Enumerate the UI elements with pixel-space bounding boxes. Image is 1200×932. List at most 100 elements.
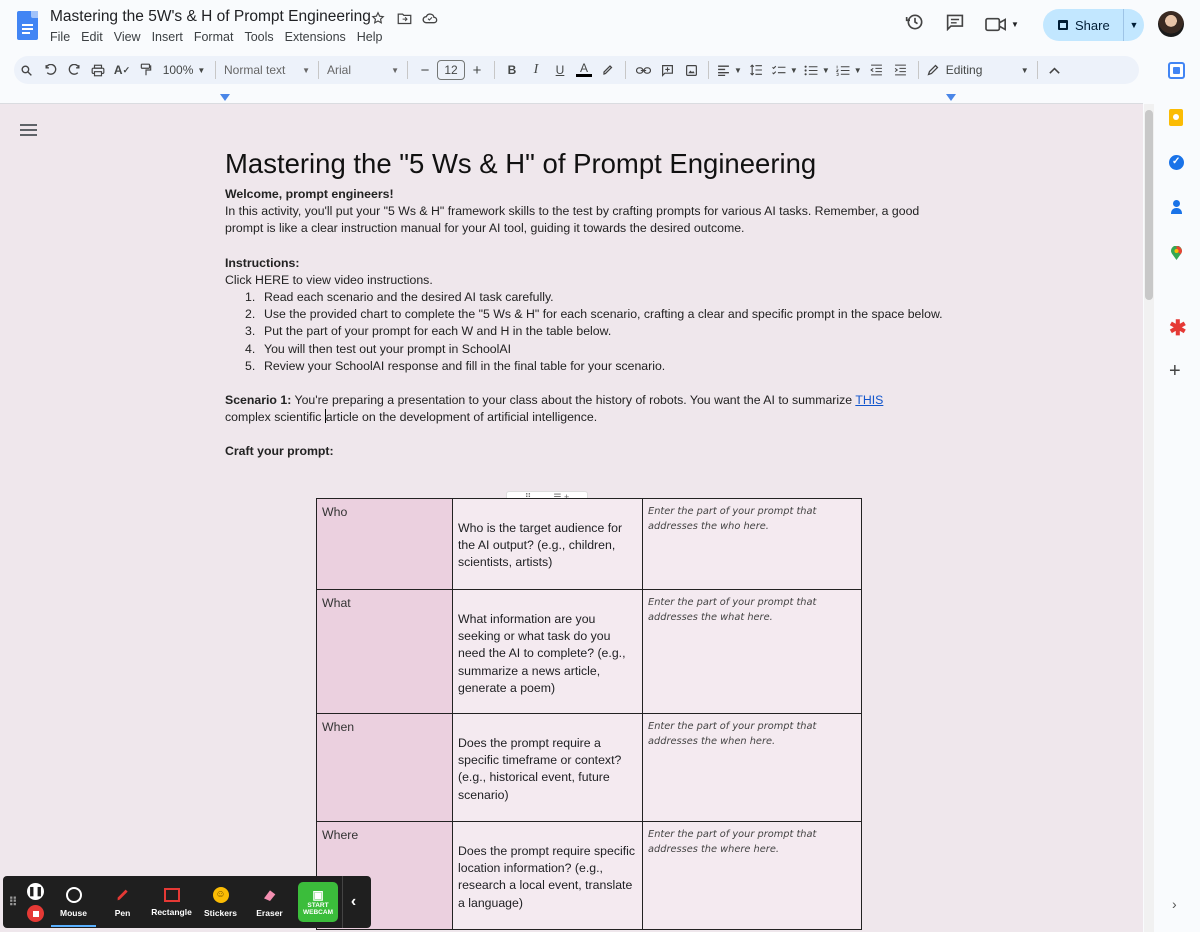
expand-panel-chevron-icon[interactable]: › [1172,896,1177,912]
zoom-value: 100% [162,63,194,77]
row-label[interactable]: Who [316,498,453,590]
avatar[interactable] [1158,11,1184,37]
contacts-icon[interactable] [1171,200,1182,214]
decrease-indent-icon[interactable] [865,58,889,82]
align-left-icon[interactable]: ▼ [714,58,745,82]
menu-view[interactable]: View [114,30,141,44]
add-addon-icon[interactable]: + [1169,360,1181,383]
menu-format[interactable]: Format [194,30,234,44]
pause-icon[interactable]: ❚❚ [27,883,44,900]
spellcheck-icon[interactable]: A ✓ [110,58,134,82]
stop-icon[interactable] [27,905,44,922]
document-outline-icon[interactable] [20,124,37,138]
bulleted-list-icon[interactable]: ▼ [801,58,833,82]
document-title[interactable]: Mastering the 5W's & H of Prompt Enginee… [50,8,371,26]
hide-menus-chevron-up-icon[interactable] [1043,58,1067,82]
keep-icon[interactable] [1169,109,1183,126]
calendar-icon[interactable] [1168,62,1185,79]
decrease-font-size-icon[interactable]: − [413,58,437,82]
menu-edit[interactable]: Edit [81,30,103,44]
maps-icon[interactable] [1171,245,1182,260]
menu-help[interactable]: Help [357,30,383,44]
row-question[interactable]: Does the prompt require a specific timef… [452,713,643,822]
line-spacing-icon[interactable] [745,58,769,82]
collapse-chevron-icon[interactable]: ‹ [342,876,364,928]
share-dropdown-icon[interactable]: ▼ [1123,9,1144,41]
scenario-article-link[interactable]: THIS [855,393,883,407]
font-size-input[interactable]: 12 [437,60,465,80]
style-value: Normal text [224,63,286,77]
right-indent-marker[interactable] [946,94,956,101]
highlight-pen-icon[interactable] [596,58,620,82]
webcam-icon: ▣ [312,887,324,902]
toolbar-divider [708,61,709,79]
menu-file[interactable]: File [50,30,70,44]
text-color-glyph: A [579,61,588,75]
row-label[interactable]: When [316,713,453,822]
search-menus-icon[interactable] [14,58,38,82]
video-instructions-link[interactable]: Click HERE to view video instructions. [225,272,955,289]
tool-label: Pen [114,907,131,918]
menu-insert[interactable]: Insert [152,30,183,44]
print-icon[interactable] [86,58,110,82]
start-webcam-button[interactable]: ▣ START WEBCAM [298,882,338,922]
paragraph-style-select[interactable]: Normal text ▼ [221,58,313,82]
redo-icon[interactable] [62,58,86,82]
mouse-tool-button[interactable]: Mouse [49,876,98,928]
tasks-icon[interactable]: ✓ [1169,155,1184,170]
document-body[interactable]: Mastering the "5 Ws & H" of Prompt Engin… [225,148,955,461]
insert-image-icon[interactable] [679,58,703,82]
scrollbar-thumb[interactable] [1145,110,1153,300]
version-history-icon[interactable] [905,12,925,37]
move-folder-icon[interactable] [396,10,412,26]
row-answer-cell[interactable]: Enter the part of your prompt that addre… [642,713,862,822]
sticker-icon: ☺ [212,886,229,903]
left-indent-marker[interactable] [220,94,230,101]
font-select[interactable]: Arial ▼ [324,58,402,82]
menu-extensions[interactable]: Extensions [285,30,346,44]
row-question[interactable]: Does the prompt require specific locatio… [452,821,643,930]
meet-camera-icon[interactable]: ▼ [985,17,1019,32]
paint-format-icon[interactable] [134,58,158,82]
table-row: When Does the prompt require a specific … [316,713,862,822]
insert-link-icon[interactable] [631,58,655,82]
list-item: 3. Put the part of your prompt for each W… [245,324,612,339]
stickers-tool-button[interactable]: ☺ Stickers [196,876,245,928]
intro-paragraph: In this activity, you'll put your "5 Ws … [225,204,920,236]
cloud-saved-icon[interactable] [422,10,438,26]
increase-font-size-icon[interactable]: + [465,58,489,82]
star-icon[interactable] [370,10,386,26]
list-item: 1. Read each scenario and the desired AI … [245,290,554,305]
checklist-icon[interactable]: ▼ [769,58,801,82]
underline-button[interactable]: U [548,58,572,82]
share-button[interactable]: Share ▼ [1043,9,1144,41]
increase-indent-icon[interactable] [889,58,913,82]
welcome-text: Welcome, prompt engineers! [225,187,394,201]
bold-button[interactable]: B [500,58,524,82]
editing-mode-select[interactable]: Editing ▼ [924,58,1032,82]
row-question[interactable]: What information are you seeking or what… [452,589,643,714]
docs-logo-icon[interactable] [17,11,38,40]
numbered-list-icon[interactable]: ▼ [833,58,865,82]
menu-tools[interactable]: Tools [244,30,273,44]
rectangle-tool-button[interactable]: Rectangle [147,876,196,928]
asterisk-addon-icon[interactable]: ✱ [1169,316,1187,341]
italic-button[interactable]: I [524,58,548,82]
row-label[interactable]: What [316,589,453,714]
row-question[interactable]: Who is the target audience for the AI ou… [452,498,643,590]
side-panel: ✓ ✱ + › [1155,52,1200,932]
font-value: Arial [327,63,352,77]
row-answer-cell[interactable]: Enter the part of your prompt that addre… [642,498,862,590]
add-comment-icon[interactable] [655,58,679,82]
text-color-button[interactable]: A [572,58,596,82]
comments-icon[interactable] [945,13,965,36]
eraser-tool-button[interactable]: Eraser [245,876,294,928]
pen-tool-button[interactable]: Pen [98,876,147,928]
undo-icon[interactable] [38,58,62,82]
ruler[interactable] [0,90,1143,104]
drag-grip-icon[interactable]: ⠿ [3,876,23,928]
row-answer-cell[interactable]: Enter the part of your prompt that addre… [642,589,862,714]
row-answer-cell[interactable]: Enter the part of your prompt that addre… [642,821,862,930]
zoom-select[interactable]: 100% ▼ [158,58,210,82]
tool-label: Stickers [203,907,238,918]
